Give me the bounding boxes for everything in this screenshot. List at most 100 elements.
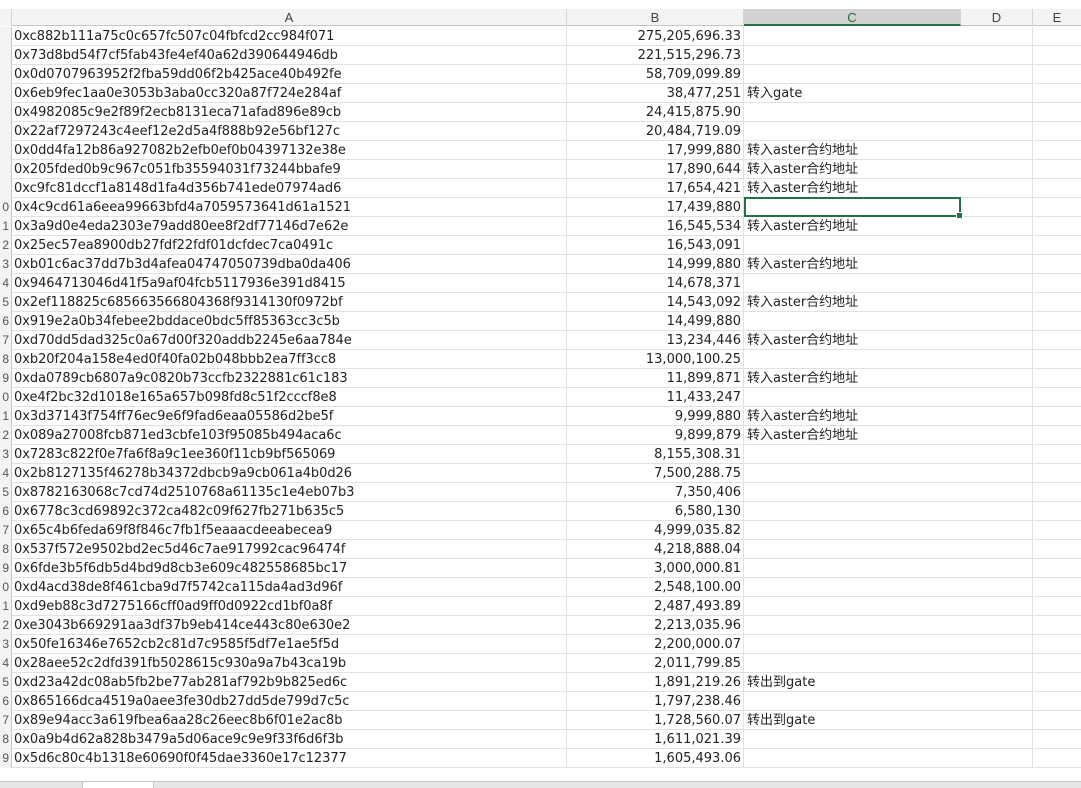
row-number[interactable]: 1 xyxy=(0,407,12,426)
row-number[interactable] xyxy=(0,65,12,84)
empty-cell-d[interactable] xyxy=(960,331,1033,350)
address-cell[interactable]: 0x2ef118825c685663566804368f9314130f0972… xyxy=(12,293,567,312)
address-cell[interactable]: 0x73d8bd54f7cf5fab43fe4ef40a62d390644946… xyxy=(12,46,567,65)
empty-cell-e[interactable] xyxy=(1033,350,1081,369)
column-header-b[interactable]: B xyxy=(567,9,744,26)
address-cell[interactable]: 0xc9fc81dccf1a8148d1fa4d356b741ede07974a… xyxy=(12,179,567,198)
empty-cell-d[interactable] xyxy=(960,46,1033,65)
empty-cell-d[interactable] xyxy=(960,692,1033,711)
address-cell[interactable]: 0xb01c6ac37dd7b3d4afea04747050739dba0da4… xyxy=(12,255,567,274)
address-cell[interactable]: 0x4c9cd61a6eea99663bfd4a7059573641d61a15… xyxy=(12,198,567,217)
note-cell[interactable] xyxy=(744,616,960,635)
empty-cell-d[interactable] xyxy=(960,84,1033,103)
empty-cell-e[interactable] xyxy=(1033,673,1081,692)
amount-cell[interactable]: 1,797,238.46 xyxy=(567,692,744,711)
empty-cell-e[interactable] xyxy=(1033,616,1081,635)
empty-cell-d[interactable] xyxy=(960,27,1033,46)
note-cell[interactable] xyxy=(744,635,960,654)
note-cell[interactable] xyxy=(744,198,960,217)
empty-cell-d[interactable] xyxy=(960,274,1033,293)
note-cell[interactable] xyxy=(744,521,960,540)
empty-cell-d[interactable] xyxy=(960,312,1033,331)
amount-cell[interactable]: 4,218,888.04 xyxy=(567,540,744,559)
note-cell[interactable] xyxy=(744,445,960,464)
row-number[interactable]: 5 xyxy=(0,483,12,502)
address-cell[interactable]: 0x6778c3cd69892c372ca482c09f627fb271b635… xyxy=(12,502,567,521)
note-cell[interactable] xyxy=(744,103,960,122)
empty-cell-d[interactable] xyxy=(960,673,1033,692)
row-number[interactable]: 4 xyxy=(0,654,12,673)
empty-cell-e[interactable] xyxy=(1033,426,1081,445)
amount-cell[interactable]: 4,999,035.82 xyxy=(567,521,744,540)
empty-cell-d[interactable] xyxy=(960,502,1033,521)
amount-cell[interactable]: 2,213,035.96 xyxy=(567,616,744,635)
note-cell[interactable]: 转入aster合约地址 xyxy=(744,426,960,445)
address-cell[interactable]: 0x205fded0b9c967c051fb35594031f73244bbaf… xyxy=(12,160,567,179)
note-cell[interactable] xyxy=(744,597,960,616)
empty-cell-e[interactable] xyxy=(1033,502,1081,521)
row-number[interactable]: 0 xyxy=(0,198,12,217)
row-number[interactable]: 3 xyxy=(0,635,12,654)
empty-cell-e[interactable] xyxy=(1033,27,1081,46)
empty-cell-e[interactable] xyxy=(1033,407,1081,426)
empty-cell-d[interactable] xyxy=(960,141,1033,160)
amount-cell[interactable]: 17,999,880 xyxy=(567,141,744,160)
note-cell[interactable] xyxy=(744,749,960,768)
empty-cell-e[interactable] xyxy=(1033,445,1081,464)
empty-cell-e[interactable] xyxy=(1033,274,1081,293)
empty-cell-d[interactable] xyxy=(960,597,1033,616)
amount-cell[interactable]: 24,415,875.90 xyxy=(567,103,744,122)
empty-cell-e[interactable] xyxy=(1033,559,1081,578)
amount-cell[interactable]: 11,433,247 xyxy=(567,388,744,407)
empty-cell-e[interactable] xyxy=(1033,141,1081,160)
row-number[interactable] xyxy=(0,103,12,122)
empty-cell-d[interactable] xyxy=(960,179,1033,198)
address-cell[interactable]: 0xc882b111a75c0c657fc507c04fbfcd2cc984f0… xyxy=(12,27,567,46)
note-cell[interactable] xyxy=(744,274,960,293)
address-cell[interactable]: 0xe3043b669291aa3df37b9eb414ce443c80e630… xyxy=(12,616,567,635)
amount-cell[interactable]: 6,580,130 xyxy=(567,502,744,521)
address-cell[interactable]: 0x3a9d0e4eda2303e79add80ee8f2df77146d7e6… xyxy=(12,217,567,236)
address-cell[interactable]: 0xd70dd5dad325c0a67d00f320addb2245e6aa78… xyxy=(12,331,567,350)
amount-cell[interactable]: 221,515,296.73 xyxy=(567,46,744,65)
row-number[interactable]: 3 xyxy=(0,255,12,274)
note-cell[interactable] xyxy=(744,540,960,559)
row-number[interactable]: 9 xyxy=(0,369,12,388)
amount-cell[interactable]: 16,543,091 xyxy=(567,236,744,255)
row-number[interactable]: 8 xyxy=(0,350,12,369)
empty-cell-d[interactable] xyxy=(960,426,1033,445)
column-header-c[interactable]: C xyxy=(744,9,961,26)
note-cell[interactable]: 转入aster合约地址 xyxy=(744,293,960,312)
note-cell[interactable]: 转入aster合约地址 xyxy=(744,255,960,274)
row-number[interactable]: 4 xyxy=(0,274,12,293)
address-cell[interactable]: 0x6eb9fec1aa0e3053b3aba0cc320a87f724e284… xyxy=(12,84,567,103)
empty-cell-e[interactable] xyxy=(1033,84,1081,103)
empty-cell-e[interactable] xyxy=(1033,749,1081,768)
empty-cell-e[interactable] xyxy=(1033,540,1081,559)
note-cell[interactable]: 转出到gate xyxy=(744,711,960,730)
amount-cell[interactable]: 275,205,696.33 xyxy=(567,27,744,46)
amount-cell[interactable]: 1,605,493.06 xyxy=(567,749,744,768)
row-number[interactable] xyxy=(0,141,12,160)
row-number[interactable]: 1 xyxy=(0,217,12,236)
empty-cell-d[interactable] xyxy=(960,711,1033,730)
empty-cell-d[interactable] xyxy=(960,464,1033,483)
address-cell[interactable]: 0x3d37143f754ff76ec9e6f9fad6eaa05586d2be… xyxy=(12,407,567,426)
amount-cell[interactable]: 7,350,406 xyxy=(567,483,744,502)
empty-cell-d[interactable] xyxy=(960,635,1033,654)
amount-cell[interactable]: 1,728,560.07 xyxy=(567,711,744,730)
empty-cell-e[interactable] xyxy=(1033,483,1081,502)
amount-cell[interactable]: 11,899,871 xyxy=(567,369,744,388)
empty-cell-e[interactable] xyxy=(1033,578,1081,597)
empty-cell-e[interactable] xyxy=(1033,293,1081,312)
amount-cell[interactable]: 13,000,100.25 xyxy=(567,350,744,369)
empty-cell-d[interactable] xyxy=(960,616,1033,635)
empty-cell-d[interactable] xyxy=(960,236,1033,255)
note-cell[interactable] xyxy=(744,559,960,578)
amount-cell[interactable]: 14,543,092 xyxy=(567,293,744,312)
address-cell[interactable]: 0x50fe16346e7652cb2c81d7c9585f5df7e1ae5f… xyxy=(12,635,567,654)
empty-cell-d[interactable] xyxy=(960,654,1033,673)
amount-cell[interactable]: 14,678,371 xyxy=(567,274,744,293)
row-number[interactable] xyxy=(0,122,12,141)
row-number[interactable]: 7 xyxy=(0,711,12,730)
